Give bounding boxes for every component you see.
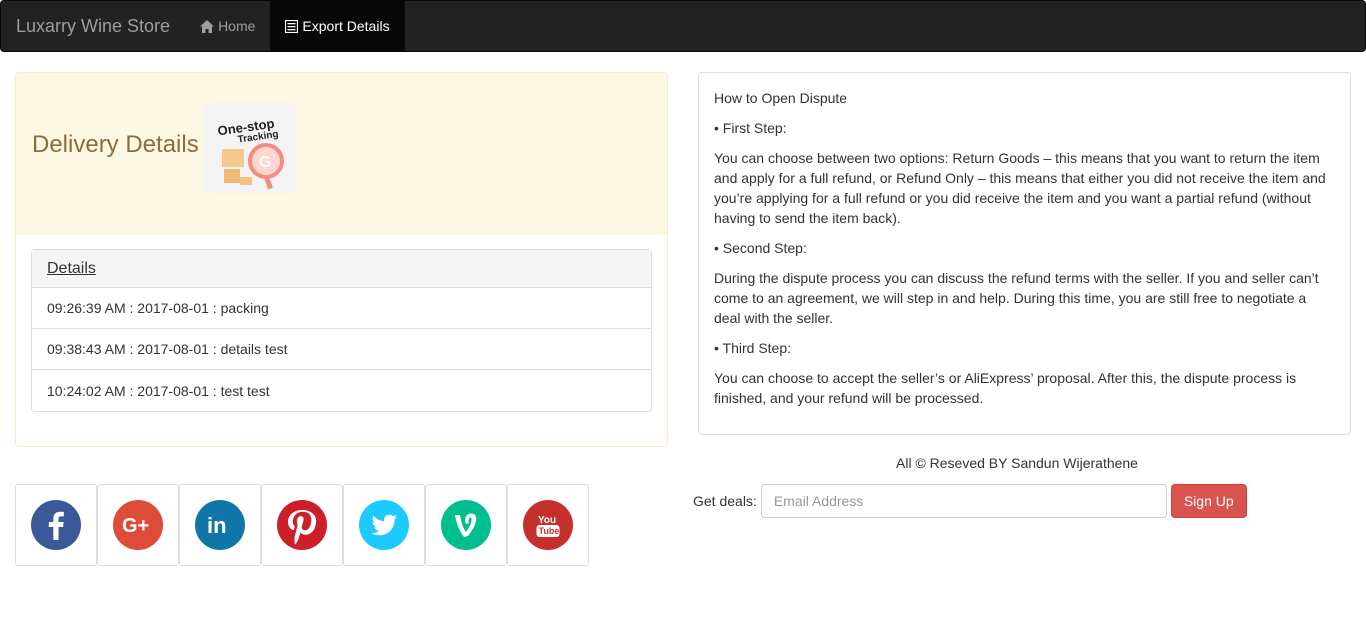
social-link-youtube[interactable]: You Tube [507,484,589,566]
vine-icon [441,500,491,550]
home-icon [200,19,215,33]
dispute-step-2-title: • Second Step: [714,240,807,256]
tracking-image: One-stop Tracking G [204,103,296,193]
top-navbar: Luxarry Wine Store Home Export Details [0,0,1366,52]
list-item: 10:24:02 AM : 2017-08-01 : test test [47,382,270,399]
svg-text:G+: G+ [122,515,149,537]
svg-text:Tube: Tube [539,526,560,536]
get-deals-label: Get deals: [693,493,757,509]
nav-item-export-details[interactable]: Export Details [270,1,405,51]
social-link-facebook[interactable] [15,484,97,566]
dispute-step-1-title: • First Step: [714,120,787,136]
social-link-twitter[interactable] [343,484,425,566]
copyright-text: All © Reseved BY Sandun Wijerathene [896,455,1138,471]
delivery-title: Delivery Details [32,131,199,158]
nav-item-export-details-label: Export Details [302,18,390,34]
list-item: 09:26:39 AM : 2017-08-01 : packing [32,288,651,329]
youtube-icon: You Tube [523,500,573,550]
svg-text:in: in [207,513,227,538]
google-plus-icon: G+ [113,500,163,550]
linkedin-icon: in [195,500,245,550]
svg-text:G: G [259,154,271,171]
dispute-step-1-text: You can choose between two options: Retu… [714,150,1326,226]
twitter-icon [359,500,409,550]
dispute-step-2-text: During the dispute process you can discu… [714,270,1319,326]
sign-up-button[interactable]: Sign Up [1170,484,1247,518]
svg-text:You: You [538,515,556,526]
dispute-step-3-text: You can choose to accept the seller’s or… [714,370,1297,406]
list-item: 09:38:43 AM : 2017-08-01 : details test [32,329,651,370]
delivery-panel-heading: Delivery Details One-stop Tracking G [16,73,667,234]
newsletter-form: Get deals: Sign Up [693,484,1247,518]
nav-item-home-label: Home [218,18,256,34]
details-list: Details 09:26:39 AM : 2017-08-01 : packi… [31,249,652,412]
nav-item-home[interactable]: Home [185,1,270,51]
delivery-panel: Delivery Details One-stop Tracking G Det… [15,72,668,447]
pinterest-icon [277,500,327,550]
details-header[interactable]: Details [32,250,651,288]
list-icon [285,19,299,33]
social-link-linkedin[interactable]: in [179,484,261,566]
dispute-step-3-title: • Third Step: [714,340,792,356]
social-links: G+ in You Tube [15,484,589,566]
dispute-heading: How to Open Dispute [714,90,848,106]
email-input[interactable] [760,484,1167,518]
facebook-icon [31,500,81,550]
social-link-google-plus[interactable]: G+ [97,484,179,566]
social-link-pinterest[interactable] [261,484,343,566]
brand-link[interactable]: Luxarry Wine Store [1,1,185,51]
social-link-vine[interactable] [425,484,507,566]
dispute-info-panel: How to Open Dispute • First Step: You ca… [698,72,1351,435]
